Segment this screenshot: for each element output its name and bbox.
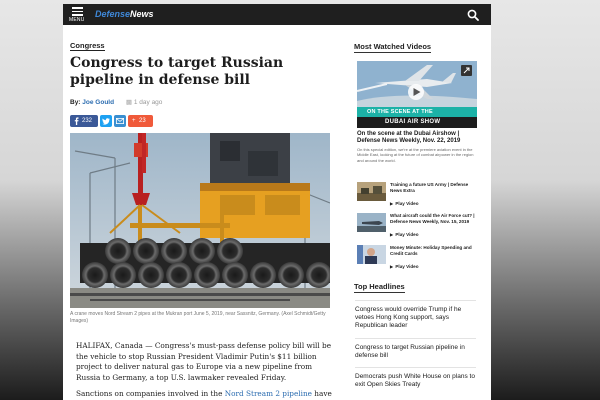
featured-video-title[interactable]: On the scene at the Dubai Airshow | Defe… [357,131,478,146]
more-share-count: 23 [139,118,146,124]
publish-time: 1 day ago [133,99,163,106]
play-video-label: Play Video [395,201,419,206]
article-headline: Congress to target Russian pipeline in d… [70,55,284,88]
byline: By: Joe Gould ▩ 1 day ago [70,98,162,106]
email-share-button[interactable] [114,115,126,127]
menu-label: MENU [69,17,85,23]
top-headlines-title: Top Headlines [354,282,405,293]
video-thumbnail [357,245,386,264]
logo-part-news: News [130,9,154,19]
article-photo [70,133,330,308]
top-headline-link[interactable]: Congress would override Trump if he veto… [355,300,476,330]
calendar-icon: ▩ [125,99,133,106]
section-link[interactable]: Congress [70,41,105,51]
twitter-icon [102,117,110,125]
play-icon: ▶ [390,232,394,237]
pipeline-crane-photo [70,133,330,308]
top-headline-link[interactable]: Democrats push White House on plans to e… [355,367,476,389]
most-watched-title: Most Watched Videos [354,42,432,53]
menu-button[interactable]: MENU [69,6,87,23]
article-paragraph: Sanctions on companies involved in the N… [76,389,338,400]
facebook-share-count: 232 [82,118,93,124]
author-link[interactable]: Joe Gould [82,99,114,106]
more-share-button[interactable]: + 23 [128,115,153,127]
photo-caption: A crane moves Nord Stream 2 pipes at the… [70,311,326,324]
paragraph-text: Sanctions on companies involved in the [76,389,225,398]
site-logo[interactable]: DefenseNews [95,9,154,19]
play-icon: ▶ [390,264,394,269]
play-video-label: Play Video [395,264,419,269]
play-icon: ▶ [390,201,394,206]
air-show-jet-image [357,61,477,128]
banner-line-1: ON THE SCENE AT THE [367,109,433,115]
article-page: MENU DefenseNews Congress Congress to ta… [63,4,491,400]
facebook-share-button[interactable]: 232 [70,115,98,127]
video-thumbnail [357,182,386,201]
featured-video-thumbnail[interactable]: ON THE SCENE AT THE DUBAI AIR SHOW [357,61,477,128]
play-video-link[interactable]: ▶ Play Video [390,264,419,269]
video-thumbnail [357,213,386,232]
banner-line-2: DUBAI AIR SHOW [385,119,441,125]
nord-stream-link[interactable]: Nord Stream 2 pipeline [225,389,312,398]
article-paragraph: HALIFAX, Canada — Congress's must-pass d… [76,341,332,382]
video-title: Training a future US Army | Defense News… [390,182,469,194]
video-list-item[interactable]: What aircraft could the Air Force cut? |… [357,213,479,249]
search-icon[interactable] [467,9,479,21]
featured-video-description: On this special edition, we're at the pr… [357,147,474,163]
byline-label: By: [70,99,81,106]
logo-part-defense: Defense [95,9,131,19]
email-icon [116,118,124,124]
video-list-item[interactable]: Money Minute: Holiday Spending and Credi… [357,245,479,281]
play-video-link[interactable]: ▶ Play Video [390,201,419,206]
top-navigation-bar: MENU DefenseNews [63,4,491,25]
plus-icon: + [132,118,136,124]
facebook-icon [74,117,79,125]
article-body: HALIFAX, Canada — Congress's must-pass d… [76,341,338,400]
twitter-share-button[interactable] [100,115,112,127]
top-headline-link[interactable]: Congress to target Russian pipeline in d… [355,338,476,360]
video-title: What aircraft could the Air Force cut? |… [390,213,475,225]
video-title: Money Minute: Holiday Spending and Credi… [390,245,472,257]
play-video-link[interactable]: ▶ Play Video [390,232,419,237]
play-video-label: Play Video [395,232,419,237]
